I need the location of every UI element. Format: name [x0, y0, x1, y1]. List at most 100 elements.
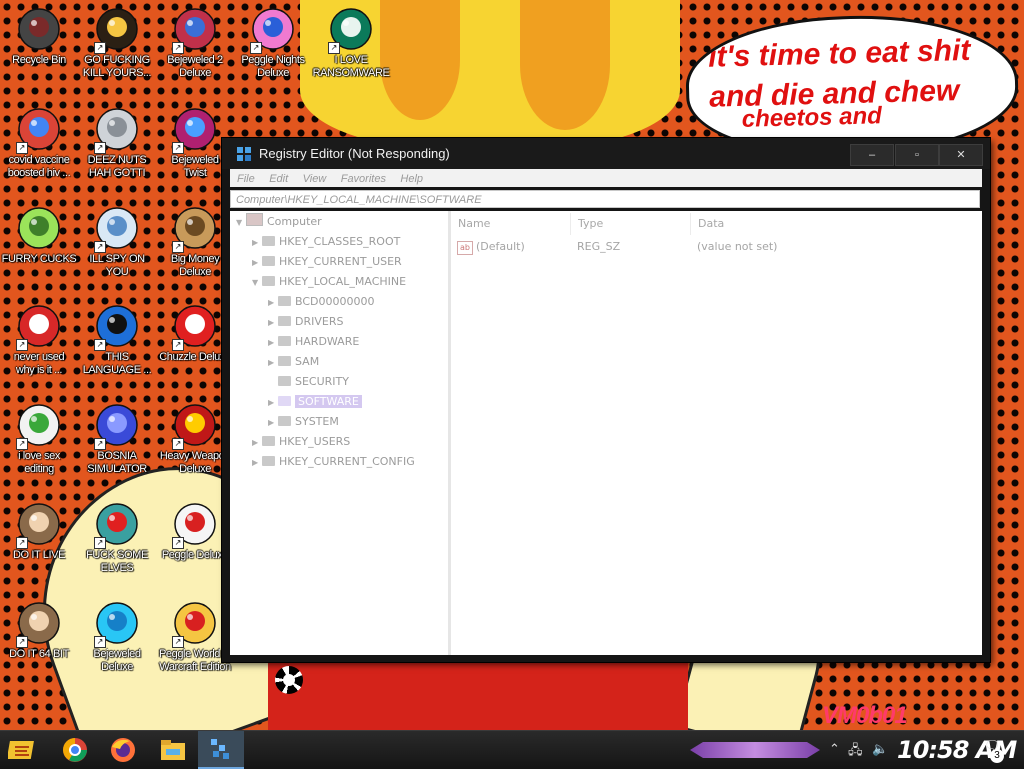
desktop-icon[interactable]: ↗ I LOVE RANSOMWARE	[312, 6, 390, 80]
tree-node-hkey-current-user[interactable]: ▶ HKEY_CURRENT_USER	[252, 253, 402, 271]
network-icon[interactable]: 🖧	[848, 741, 863, 763]
desktop-icon[interactable]: ↗ Bejeweled 2 Deluxe	[156, 6, 234, 80]
registry-editor-window[interactable]: Registry Editor (Not Responding) – ▫ ✕ F…	[222, 138, 990, 694]
expand-arrow-icon[interactable]: ▶	[252, 254, 262, 272]
maximize-button[interactable]: ▫	[895, 144, 939, 166]
desktop-icon-label-line: covid vaccine	[8, 154, 70, 166]
spiked-mine-icon: ↗	[94, 402, 140, 450]
regedit-icon	[211, 739, 229, 759]
shortcut-arrow-icon: ↗	[94, 142, 106, 154]
hxd-icon: ↗	[16, 402, 62, 450]
desktop-icon[interactable]: ↗ ILL SPY ON YOU	[78, 205, 156, 279]
desktop[interactable]: it's time to eat shit and die and chew c…	[0, 0, 1024, 730]
desktop-icon[interactable]: ↗ THIS LANGUAGE ...	[78, 303, 156, 377]
desktop-icon-label: GO FUCKING KILL YOURS...	[78, 54, 156, 80]
expand-arrow-icon[interactable]: ▶	[268, 314, 278, 332]
desktop-icon[interactable]: ↗ BOSNIA SIMULATOR	[78, 402, 156, 476]
tree-node-sam[interactable]: ▶ SAM	[268, 353, 319, 371]
desktop-icon-label: ILL SPY ON YOU	[78, 253, 156, 279]
menu-edit[interactable]: Edit	[269, 170, 288, 188]
expand-arrow-icon[interactable]: ▶	[268, 394, 278, 412]
explorer-icon[interactable]	[158, 735, 188, 765]
chrome-icon[interactable]	[60, 735, 90, 765]
tree-node-system[interactable]: ▶ SYSTEM	[268, 413, 339, 431]
speech-bubble: it's time to eat shit and die and chew c…	[684, 11, 1020, 159]
title-bar[interactable]: Registry Editor (Not Responding) – ▫ ✕	[222, 138, 990, 169]
taskbar-regedit-button[interactable]	[198, 731, 244, 769]
desktop-icon[interactable]: ↗ FUCK SOME ELVES	[78, 501, 156, 575]
desktop-icon[interactable]: ↗ i love sex editing	[0, 402, 78, 476]
tree-node-hkey-current-config[interactable]: ▶ HKEY_CURRENT_CONFIG	[252, 453, 415, 471]
column-header-name[interactable]: Name	[451, 213, 571, 235]
tree-node-bcd[interactable]: ▶ BCD00000000	[268, 293, 375, 311]
column-header-type[interactable]: Type	[571, 213, 691, 235]
desktop-icon[interactable]: ↗ GO FUCKING KILL YOURS...	[78, 6, 156, 80]
shortcut-arrow-icon: ↗	[94, 636, 106, 648]
start-orb-icon[interactable]	[6, 735, 38, 765]
peggle-icon: ↗	[172, 501, 218, 549]
expand-arrow-icon[interactable]: ▶	[268, 334, 278, 352]
desktop-icon[interactable]: ↗ DEEZ NUTS HAH GOTTI	[78, 106, 156, 180]
tree-node-software[interactable]: ▶ SOFTWARE	[268, 393, 362, 411]
tree-node-hkey-users[interactable]: ▶ HKEY_USERS	[252, 433, 350, 451]
tree-node-hardware[interactable]: ▶ HARDWARE	[268, 333, 359, 351]
menu-file[interactable]: File	[237, 170, 255, 188]
desktop-icon-label-line: editing	[24, 463, 54, 475]
values-list-pane[interactable]: Name Type Data ab (Default) REG_SZ (value…	[451, 211, 982, 655]
minimize-button[interactable]: –	[850, 144, 894, 166]
firefox-icon[interactable]	[108, 735, 138, 765]
desktop-icon[interactable]: ↗ DO IT 64 BIT	[0, 600, 78, 661]
desktop-icon-label: Bejeweled Deluxe	[78, 648, 156, 674]
expand-arrow-icon[interactable]: ▶	[268, 294, 278, 312]
desktop-icon-label-line: DO IT 64 BIT	[9, 648, 69, 660]
desktop-icon-label: Peggle Nights Deluxe	[234, 54, 312, 80]
menu-view[interactable]: View	[303, 170, 327, 188]
show-hidden-arrow-icon[interactable]: ⌃	[829, 741, 840, 757]
tree-node-drivers[interactable]: ▶ DRIVERS	[268, 313, 343, 331]
tree-label-selected: SOFTWARE	[295, 395, 362, 408]
desktop-icon[interactable]: ↗ covid vaccine boosted hiv ...	[0, 106, 78, 180]
desktop-icon[interactable]: ↗ Bejeweled Deluxe	[78, 600, 156, 674]
expand-arrow-icon[interactable]: ▶	[252, 454, 262, 472]
expand-arrow-icon[interactable]: ▶	[252, 234, 262, 252]
desktop-icon-label-line: never used	[13, 351, 65, 363]
address-bar[interactable]: Computer\HKEY_LOCAL_MACHINE\SOFTWARE	[230, 190, 980, 208]
expand-arrow-icon[interactable]: ▶	[252, 434, 262, 452]
peggle-wow-icon: ↗	[172, 600, 218, 648]
key-tree-pane[interactable]: ▼ Computer ▶ HKEY_CLASSES_ROOT ▶ HKEY_CURRE…	[230, 211, 448, 694]
tree-node-hkey-classes-root[interactable]: ▶ HKEY_CLASSES_ROOT	[252, 233, 400, 251]
desktop-icon[interactable]: FURRY CUCKS	[0, 205, 78, 266]
shortcut-arrow-icon: ↗	[250, 42, 262, 54]
chrome-icon: ↗	[16, 106, 62, 154]
tree-node-computer[interactable]: ▼ Computer	[236, 213, 322, 231]
shortcut-arrow-icon: ↗	[94, 537, 106, 549]
desktop-icon[interactable]: Recycle Bin	[0, 6, 78, 67]
expand-arrow-icon[interactable]: ▶	[268, 354, 278, 372]
desktop-icon-label-line: Bejeweled 2	[167, 54, 223, 66]
folder-icon	[262, 436, 275, 446]
tree-label: HKEY_CLASSES_ROOT	[279, 235, 401, 248]
desktop-icon-label: FUCK SOME ELVES	[78, 549, 156, 575]
bejeweled-twist-icon: ↗	[172, 106, 218, 154]
desktop-icon-label-line: Recycle Bin	[12, 54, 66, 66]
collapse-arrow-icon[interactable]: ▼	[236, 214, 246, 232]
taskbar: ⌃ 🖧 🔈 10:58 AM 🗨 3	[0, 730, 1024, 769]
column-header-data[interactable]: Data	[691, 213, 982, 235]
tree-node-hkey-local-machine[interactable]: ▼ HKEY_LOCAL_MACHINE	[252, 273, 406, 291]
desktop-icon-label-line: Bejeweled	[93, 648, 141, 660]
folder-icon	[278, 416, 291, 426]
expand-arrow-icon[interactable]: ▶	[268, 414, 278, 432]
menu-help[interactable]: Help	[400, 170, 423, 188]
close-button[interactable]: ✕	[939, 144, 983, 166]
desktop-icon[interactable]: ↗ Peggle Nights Deluxe	[234, 6, 312, 80]
volume-muted-icon[interactable]: 🔈	[872, 741, 888, 757]
folder-icon	[262, 456, 275, 466]
tree-label: BCD00000000	[295, 295, 375, 308]
menu-favorites[interactable]: Favorites	[341, 170, 386, 188]
collapse-arrow-icon[interactable]: ▼	[252, 274, 262, 292]
tree-node-security[interactable]: SECURITY	[268, 373, 349, 391]
desktop-icon[interactable]: ↗ never used why is it ...	[0, 303, 78, 377]
desktop-icon[interactable]: ↗ DO IT LIVE	[0, 501, 78, 562]
value-row[interactable]: ab (Default) REG_SZ (value not set)	[457, 237, 977, 257]
folder-open-icon	[262, 276, 275, 286]
